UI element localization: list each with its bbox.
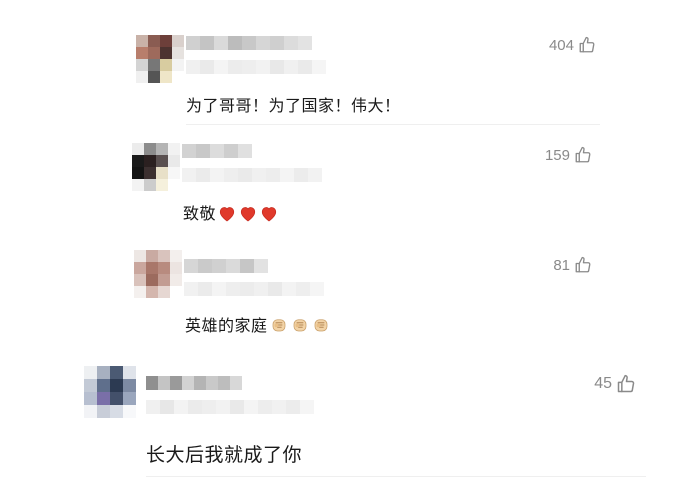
meta-pixelated	[182, 168, 322, 182]
thumbs-up-icon	[575, 146, 591, 163]
username-pixelated[interactable]	[184, 259, 268, 273]
avatar[interactable]	[84, 366, 136, 418]
like-count: 159	[544, 146, 570, 164]
thumbs-up-icon	[575, 256, 591, 273]
raised-fist-emoji	[314, 319, 327, 332]
comment-3: 81 英雄的家庭	[0, 238, 692, 350]
like-button[interactable]: 81	[553, 256, 592, 274]
meta-pixelated	[186, 60, 326, 74]
red-heart-emoji	[261, 207, 277, 222]
comment-4: 45 长大后我就成了你	[0, 350, 692, 481]
thumbs-up-icon	[579, 36, 595, 53]
username-pixelated[interactable]	[146, 376, 242, 390]
comment-text: 长大后我就成了你	[146, 444, 303, 466]
comment-text-row: 英雄的家庭	[185, 312, 330, 336]
like-count: 404	[548, 36, 574, 54]
comment-text: 为了哥哥！为了国家！伟大！	[186, 96, 401, 115]
avatar[interactable]	[134, 250, 182, 298]
divider	[186, 124, 600, 125]
red-heart-emoji	[240, 207, 256, 222]
like-count: 45	[594, 375, 612, 392]
comment-text: 致敬	[183, 204, 217, 223]
raised-fist-emoji	[293, 319, 306, 332]
avatar[interactable]	[132, 143, 180, 191]
meta-pixelated	[146, 400, 314, 414]
raised-fist-emoji	[272, 319, 285, 332]
like-button[interactable]: 404	[549, 36, 596, 54]
username-pixelated[interactable]	[182, 144, 252, 158]
red-heart-emoji	[219, 207, 235, 222]
thumbs-up-icon	[617, 374, 635, 393]
emoji-group	[270, 316, 330, 334]
comment-text: 英雄的家庭	[185, 316, 268, 335]
like-count: 81	[553, 256, 570, 274]
comment-text-row: 致敬	[183, 200, 278, 224]
avatar[interactable]	[136, 35, 184, 83]
comment-1: 404 为了哥哥！为了国家！伟大！	[0, 0, 692, 130]
emoji-group	[218, 205, 278, 222]
like-button[interactable]: 159	[545, 146, 592, 164]
like-button[interactable]: 45	[594, 374, 636, 394]
meta-pixelated	[184, 282, 324, 296]
divider	[146, 476, 646, 477]
comment-2: 159 致敬	[0, 130, 692, 238]
username-pixelated[interactable]	[186, 36, 312, 50]
